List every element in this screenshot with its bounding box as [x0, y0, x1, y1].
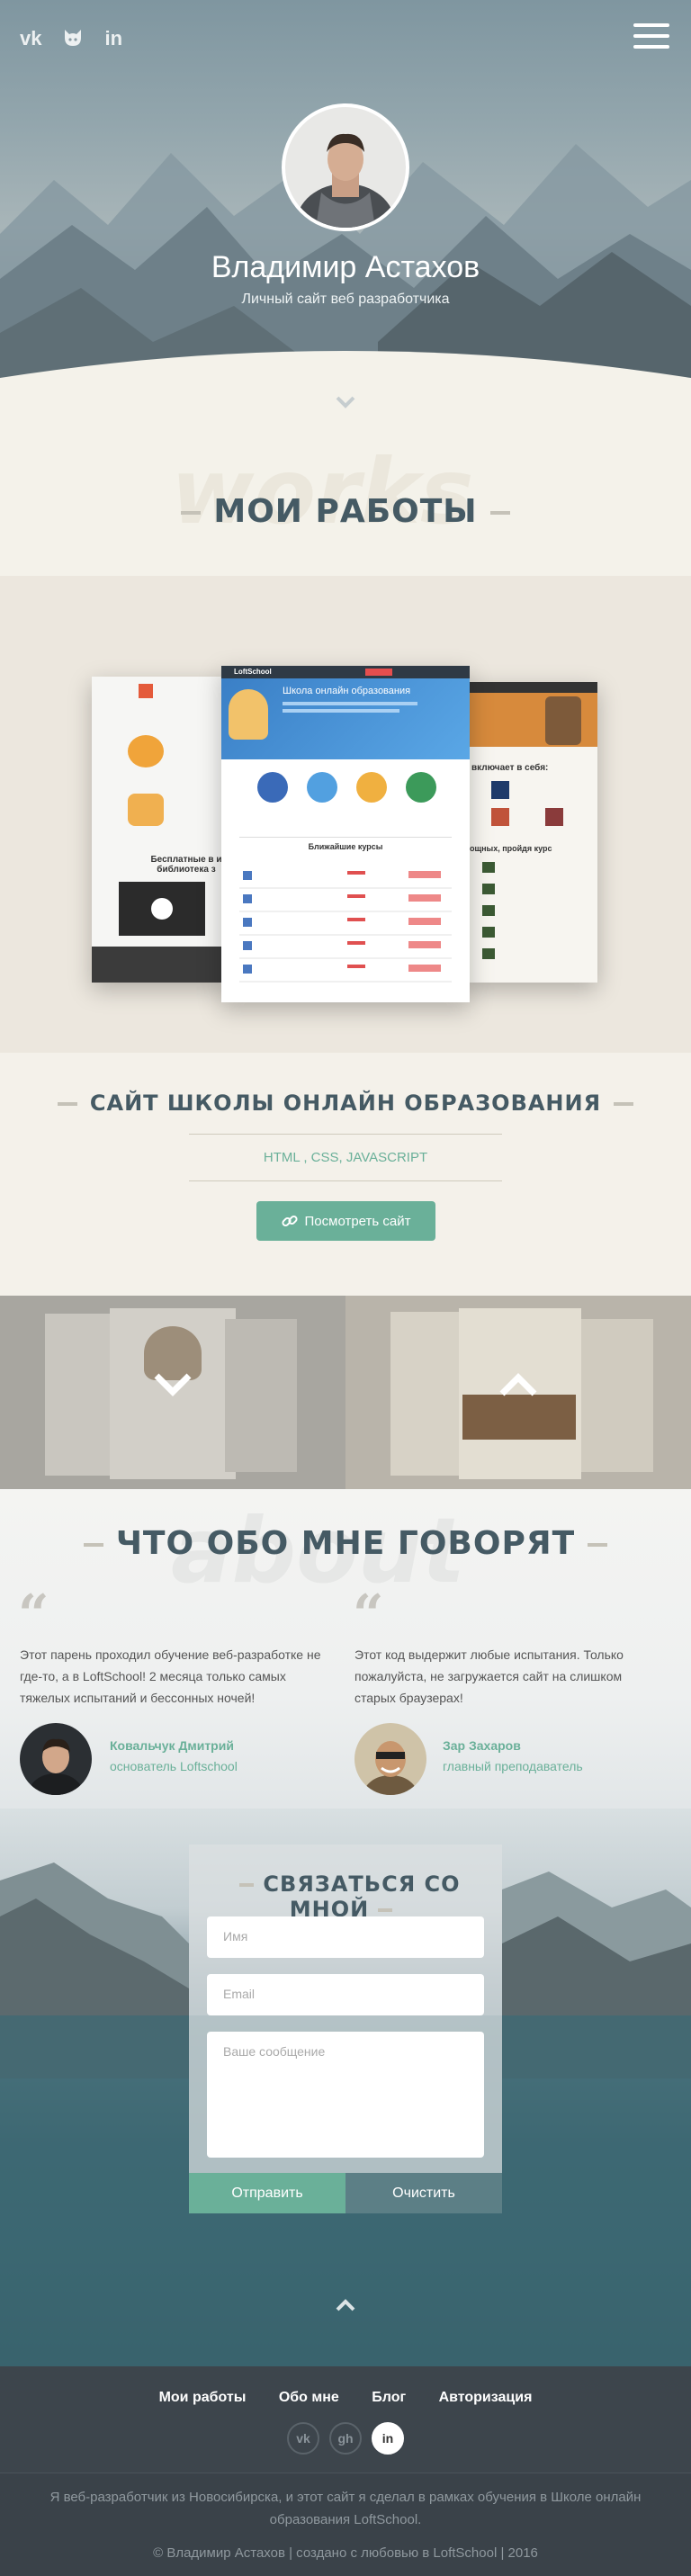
main-shot-headline: Школа онлайн образования: [283, 686, 411, 696]
slide-preview-left: Бесплатные в и библиотека з: [92, 677, 227, 983]
footer-nav-section: Мои работы Обо мне Блог Авторизация vk g…: [0, 2366, 691, 2473]
main-shot-courses-title: Ближайшие курсы: [308, 842, 383, 851]
linkedin-icon[interactable]: in: [372, 2422, 404, 2455]
left-shot-text: Бесплатные в и библиотека з: [150, 855, 222, 875]
quote-icon: “: [18, 1584, 49, 1647]
contact-section: СВЯЗАТЬСЯ СО МНОЙ Имя Email Ваше сообщен…: [0, 1809, 691, 2366]
footer-nav: Мои работы Обо мне Блог Авторизация: [0, 2390, 691, 2406]
slide-preview-right: включает в себя: ощных, пройдя курс: [464, 682, 597, 983]
clear-button[interactable]: Очистить: [346, 2173, 502, 2213]
chevron-up-icon[interactable]: [498, 1372, 538, 1397]
linkedin-icon[interactable]: in: [104, 27, 122, 54]
reviewer-name: Ковальчук Дмитрий: [110, 1738, 234, 1753]
main-shot-logo: LoftSchool: [234, 668, 272, 676]
name-field[interactable]: Имя: [207, 1916, 484, 1958]
review-text: Этот код выдержит любые испытания. Тольк…: [354, 1647, 624, 1705]
email-field[interactable]: Email: [207, 1974, 484, 2015]
footer-link-works[interactable]: Мои работы: [159, 2390, 247, 2405]
divider: [189, 1180, 502, 1181]
header-social-links: vk in: [20, 27, 122, 54]
divider: [189, 1134, 502, 1135]
view-site-button[interactable]: Посмотреть сайт: [256, 1201, 435, 1241]
reviews-title: ЧТО ОБО МНЕ ГОВОРЯТ: [0, 1525, 691, 1562]
right-shot-text: включает в себя:: [471, 763, 549, 773]
menu-icon[interactable]: [633, 23, 669, 56]
review-text: Этот парень проходил обучение веб-разраб…: [20, 1647, 321, 1705]
reviews-section: about ЧТО ОБО МНЕ ГОВОРЯТ “ Этот парень …: [0, 1489, 691, 1831]
footer-link-login[interactable]: Авторизация: [439, 2390, 533, 2405]
github-icon[interactable]: gh: [329, 2422, 362, 2455]
owner-name: Владимир Астахов: [211, 250, 480, 284]
chevron-down-icon[interactable]: [335, 391, 356, 413]
slider-nav: [0, 1296, 691, 1489]
vk-icon[interactable]: vk: [20, 27, 41, 54]
right-shot-text-2: ощных, пройдя курс: [470, 844, 552, 853]
works-title: МОИ РАБОТЫ: [0, 493, 691, 530]
send-button[interactable]: Отправить: [189, 2173, 346, 2213]
footer-about: Я веб-разработчик из Новосибирска, и это…: [49, 2490, 642, 2527]
site-subtitle: Личный сайт веб разработчика: [241, 292, 450, 307]
contact-title: СВЯЗАТЬСЯ СО МНОЙ: [189, 1871, 502, 1922]
project-tags: HTML , CSS, JAVASCRIPT: [263, 1150, 428, 1165]
slide-preview-main: LoftSchool Школа онлайн образования Ближ…: [221, 666, 470, 1002]
project-info: САЙТ ШКОЛЫ ОНЛАЙН ОБРАЗОВАНИЯ HTML , CSS…: [0, 1053, 691, 1296]
project-title: САЙТ ШКОЛЫ ОНЛАЙН ОБРАЗОВАНИЯ: [0, 1091, 691, 1116]
works-slider: Бесплатные в и библиотека з включает в с…: [0, 576, 691, 1053]
vk-icon[interactable]: vk: [287, 2422, 319, 2455]
next-slide-thumb[interactable]: [346, 1296, 691, 1489]
chevron-up-icon[interactable]: [335, 2294, 356, 2316]
hero-section: vk in Владимир Астахов Личный сайт веб р…: [0, 0, 691, 414]
link-icon: [281, 1215, 298, 1227]
prev-slide-thumb[interactable]: [0, 1296, 346, 1489]
reviewer-avatar: [354, 1723, 426, 1795]
message-field[interactable]: Ваше сообщение: [207, 2032, 484, 2158]
footer-copyright: © Владимир Астахов | создано с любовью в…: [153, 2545, 538, 2561]
reviewer-avatar: [20, 1723, 92, 1795]
contact-form: СВЯЗАТЬСЯ СО МНОЙ Имя Email Ваше сообщен…: [189, 1844, 502, 2213]
chevron-down-icon[interactable]: [153, 1372, 193, 1397]
reviewer-role: главный преподаватель: [443, 1759, 583, 1773]
reviewer-name: Зар Захаров: [443, 1738, 521, 1753]
footer-link-blog[interactable]: Блог: [372, 2390, 406, 2405]
profile-avatar: [282, 103, 409, 231]
reviewer-role: основатель Loftschool: [110, 1759, 238, 1773]
github-icon[interactable]: [61, 27, 85, 54]
footer-link-about[interactable]: Обо мне: [279, 2390, 339, 2405]
footer-info: Я веб-разработчик из Новосибирска, и это…: [0, 2473, 691, 2576]
quote-icon: “: [353, 1584, 384, 1647]
works-header: works МОИ РАБОТЫ: [0, 414, 691, 576]
